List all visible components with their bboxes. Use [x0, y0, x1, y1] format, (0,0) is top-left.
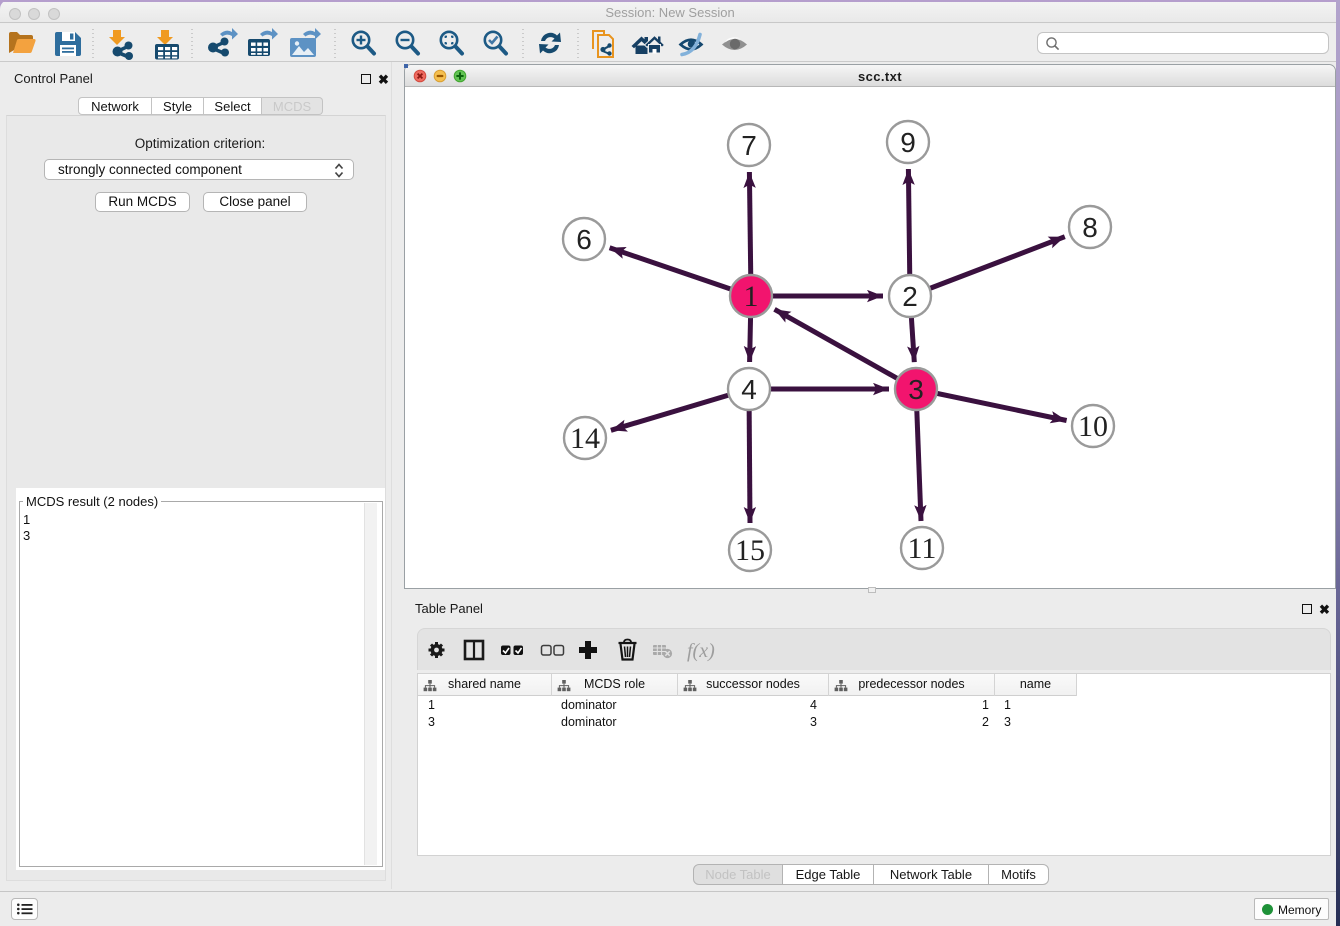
svg-text:1: 1	[744, 280, 759, 313]
svg-text:3: 3	[908, 374, 924, 405]
svg-text:15: 15	[735, 534, 765, 567]
svg-text:2: 2	[902, 281, 918, 312]
svg-text:f(x): f(x)	[687, 640, 715, 662]
svg-text:4: 4	[741, 374, 757, 405]
svg-text:9: 9	[900, 127, 916, 158]
svg-text:6: 6	[576, 224, 592, 255]
svg-text:8: 8	[1082, 212, 1098, 243]
svg-text:7: 7	[741, 130, 757, 161]
svg-text:11: 11	[908, 532, 937, 565]
svg-text:14: 14	[570, 422, 600, 455]
svg-text:10: 10	[1078, 410, 1108, 443]
